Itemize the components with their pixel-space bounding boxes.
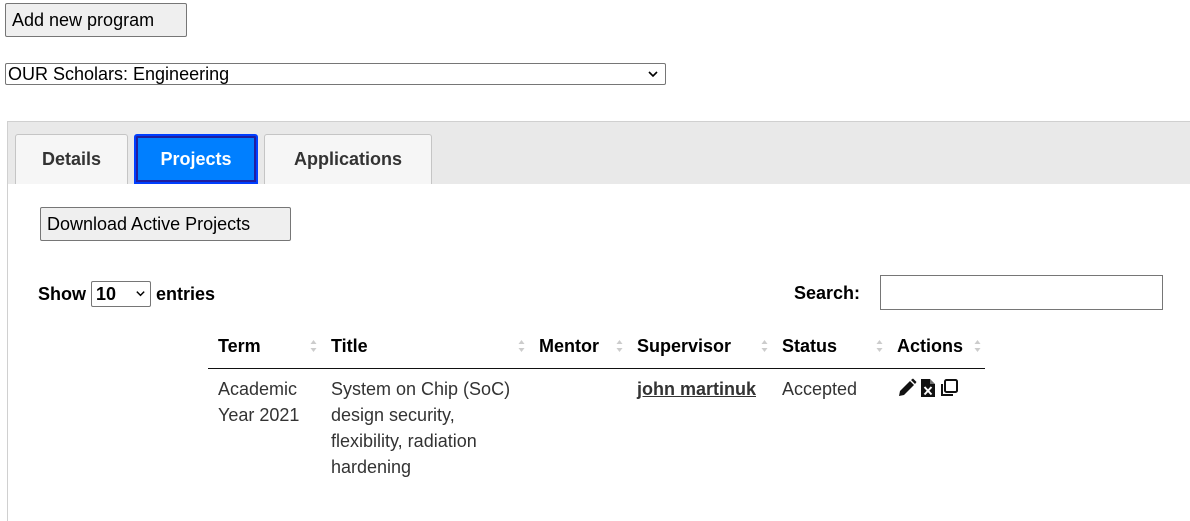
search-label: Search:: [794, 283, 861, 303]
cell-term: Academic Year 2021: [218, 379, 300, 425]
entries-label: entries: [156, 283, 216, 304]
tab-applications[interactable]: Applications: [264, 134, 432, 184]
cell-mentor: [529, 369, 627, 481]
sort-icon: [310, 340, 317, 352]
sort-icon: [876, 340, 883, 352]
pencil-icon[interactable]: [897, 378, 917, 398]
show-label: Show: [38, 283, 86, 304]
column-header-label: Mentor: [539, 336, 599, 356]
file-excel-icon[interactable]: [918, 378, 938, 398]
sort-icon: [518, 340, 525, 352]
column-header-actions[interactable]: Actions: [887, 325, 985, 369]
column-header-label: Actions: [897, 336, 964, 356]
supervisor-link[interactable]: john martinuk: [637, 379, 756, 399]
add-new-program-button[interactable]: Add new program: [5, 3, 187, 37]
tab-projects[interactable]: Projects: [134, 134, 258, 184]
copy-icon[interactable]: [939, 378, 959, 398]
entries-select-value: 10: [96, 283, 117, 304]
column-header-status[interactable]: Status: [772, 325, 887, 369]
table-row: Academic Year 2021 System on Chip (SoC) …: [208, 369, 985, 481]
table-header-row: Term Title Mentor Supervisor Status Acti…: [208, 325, 985, 369]
column-header-mentor[interactable]: Mentor: [529, 325, 627, 369]
sort-icon: [616, 340, 623, 352]
column-header-title[interactable]: Title: [321, 325, 529, 369]
chevron-down-icon: [136, 291, 145, 297]
column-header-label: Supervisor: [637, 336, 732, 356]
download-active-projects-button[interactable]: Download Active Projects: [40, 207, 291, 241]
cell-actions: [887, 369, 985, 481]
column-header-label: Title: [331, 336, 368, 356]
column-header-label: Term: [218, 336, 261, 356]
cell-title: System on Chip (SoC) design security, fl…: [331, 379, 511, 477]
projects-table: Term Title Mentor Supervisor Status Acti…: [208, 325, 985, 480]
column-header-term[interactable]: Term: [208, 325, 321, 369]
tab-details[interactable]: Details: [15, 134, 128, 184]
column-header-label: Status: [782, 336, 838, 356]
tab-bar: Details Projects Applications: [8, 122, 1190, 184]
sort-icon: [761, 340, 768, 352]
search-input[interactable]: [880, 275, 1163, 310]
program-select-value: OUR Scholars: Engineering: [8, 63, 230, 84]
column-header-supervisor[interactable]: Supervisor: [627, 325, 772, 369]
chevron-down-icon: [648, 71, 658, 78]
sort-icon: [974, 340, 981, 352]
program-tabs-panel: Details Projects Applications Download A…: [7, 121, 1190, 521]
program-select[interactable]: OUR Scholars: Engineering: [5, 63, 666, 85]
cell-status: Accepted: [782, 379, 858, 399]
entries-length-control: Show 10 entries: [38, 281, 215, 307]
entries-select[interactable]: 10: [91, 281, 151, 307]
cell-supervisor: john martinuk: [627, 369, 772, 481]
